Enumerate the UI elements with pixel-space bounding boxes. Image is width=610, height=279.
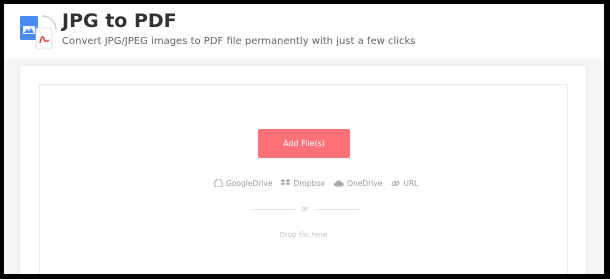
app-window: JPG to PDF Convert JPG/JPEG images to PD… [4,4,604,274]
source-label-google-drive: GoogleDrive [226,178,273,188]
drop-file-text: Drop file here [279,231,328,239]
source-label-dropbox: Dropbox [293,178,326,188]
page-title: JPG to PDF [62,10,177,32]
dropbox-icon [281,179,291,187]
source-url[interactable]: URL [391,179,418,188]
add-files-button[interactable]: Add File(s) [258,129,350,158]
source-onedrive[interactable]: OneDrive [334,179,382,188]
source-label-url: URL [403,178,419,188]
jpg-to-pdf-icon [18,12,58,52]
divider-line-left [251,208,296,210]
page-header: JPG to PDF Convert JPG/JPEG images to PD… [4,4,604,59]
drop-zone[interactable]: Add File(s) GoogleDrive Dropbox OneDrive… [39,84,568,274]
divider-line-right [314,208,360,210]
link-icon [391,179,400,188]
onedrive-icon [334,179,344,187]
page-subtitle: Convert JPG/JPEG images to PDF file perm… [62,36,416,47]
google-drive-icon [214,179,223,187]
source-label-onedrive: OneDrive [347,178,383,188]
or-divider: or [251,203,360,215]
or-text: or [301,205,309,213]
source-google-drive[interactable]: GoogleDrive [214,179,272,188]
source-dropbox[interactable]: Dropbox [281,179,325,188]
upload-sources: GoogleDrive Dropbox OneDrive URL [214,177,418,189]
upload-card: Add File(s) GoogleDrive Dropbox OneDrive… [20,66,586,274]
